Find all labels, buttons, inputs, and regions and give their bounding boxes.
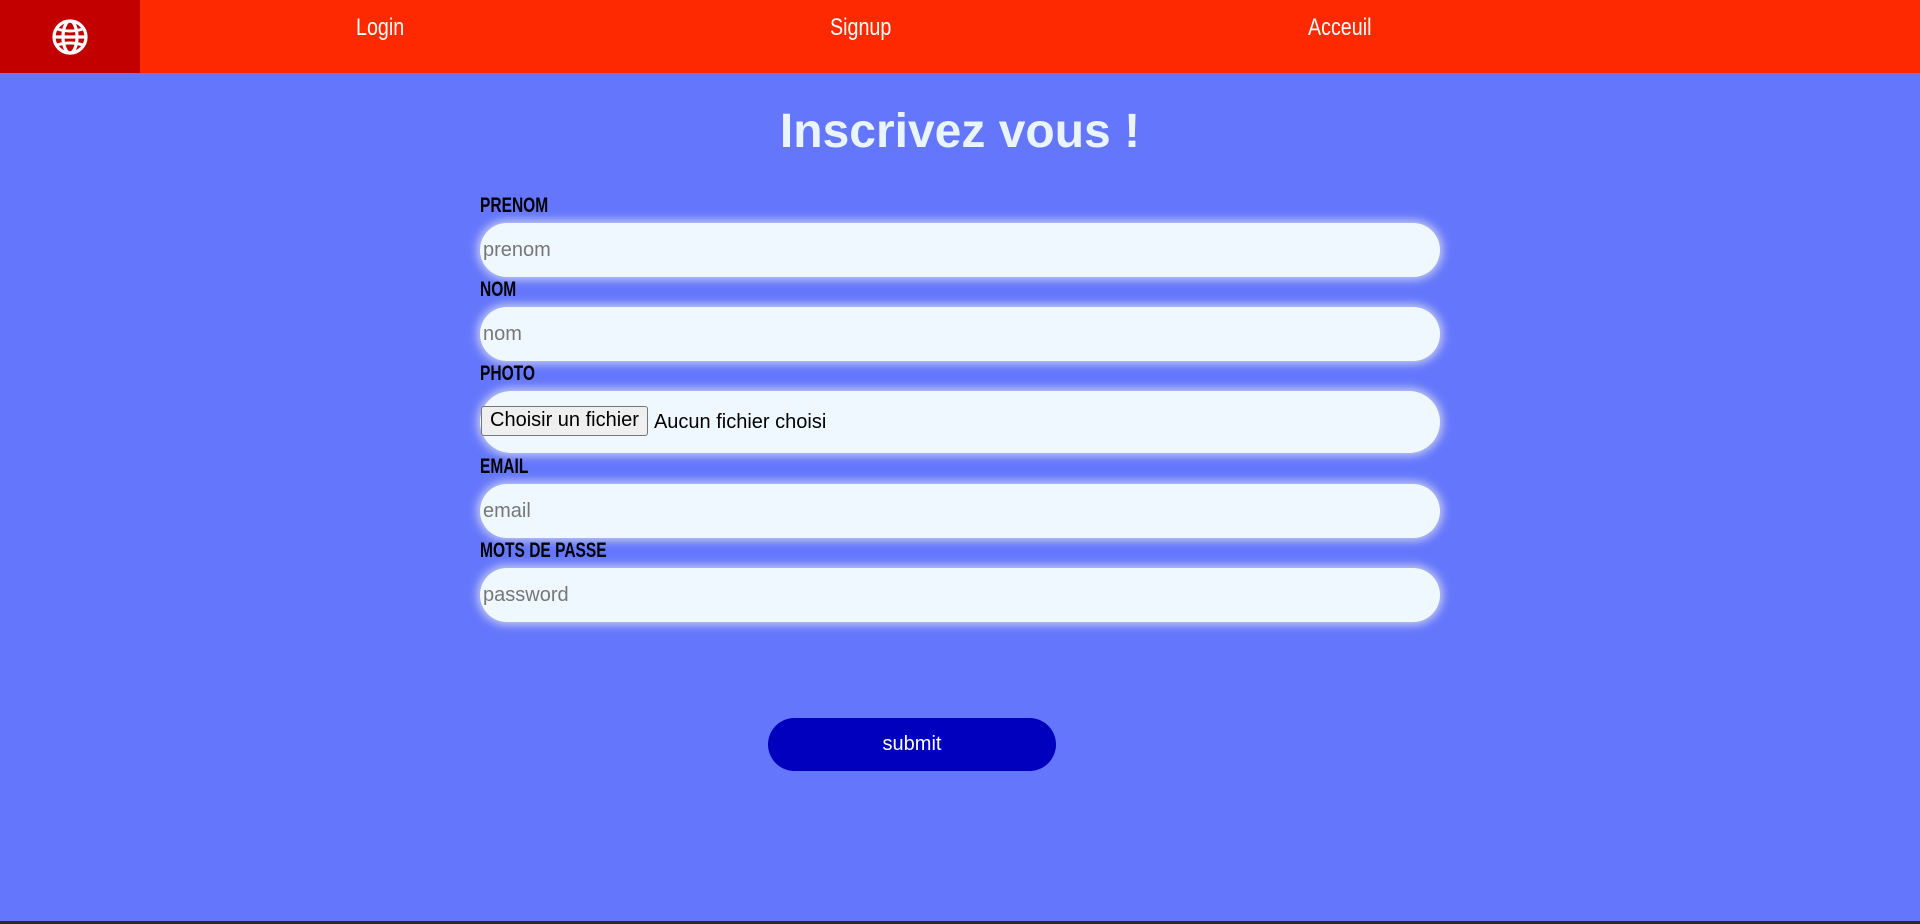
navbar: Login Signup Acceuil: [0, 0, 1920, 73]
password-input[interactable]: [480, 568, 1440, 622]
nav-link-accueil[interactable]: Acceuil: [1308, 14, 1371, 42]
prenom-label: PRENOM: [480, 194, 549, 217]
choose-file-button[interactable]: Choisir un fichier: [481, 406, 648, 436]
email-label: EMAIL: [480, 455, 529, 478]
nav-link-signup[interactable]: Signup: [830, 14, 891, 42]
globe-icon: [52, 18, 88, 55]
page-title: Inscrivez vous !: [779, 105, 1141, 158]
prenom-input[interactable]: [480, 223, 1440, 277]
nom-input[interactable]: [480, 307, 1440, 361]
email-input[interactable]: [480, 484, 1440, 538]
photo-label: PHOTO: [480, 362, 535, 385]
submit-button[interactable]: submit: [768, 718, 1056, 771]
nom-label: NOM: [480, 278, 517, 301]
password-label: MOTS DE PASSE: [480, 539, 607, 562]
nav-link-login[interactable]: Login: [356, 14, 404, 42]
logo-button[interactable]: [0, 0, 140, 73]
file-status-text: Aucun fichier choisi: [653, 410, 827, 433]
photo-file-input[interactable]: Choisir un fichier Aucun fichier choisi: [480, 391, 1440, 453]
